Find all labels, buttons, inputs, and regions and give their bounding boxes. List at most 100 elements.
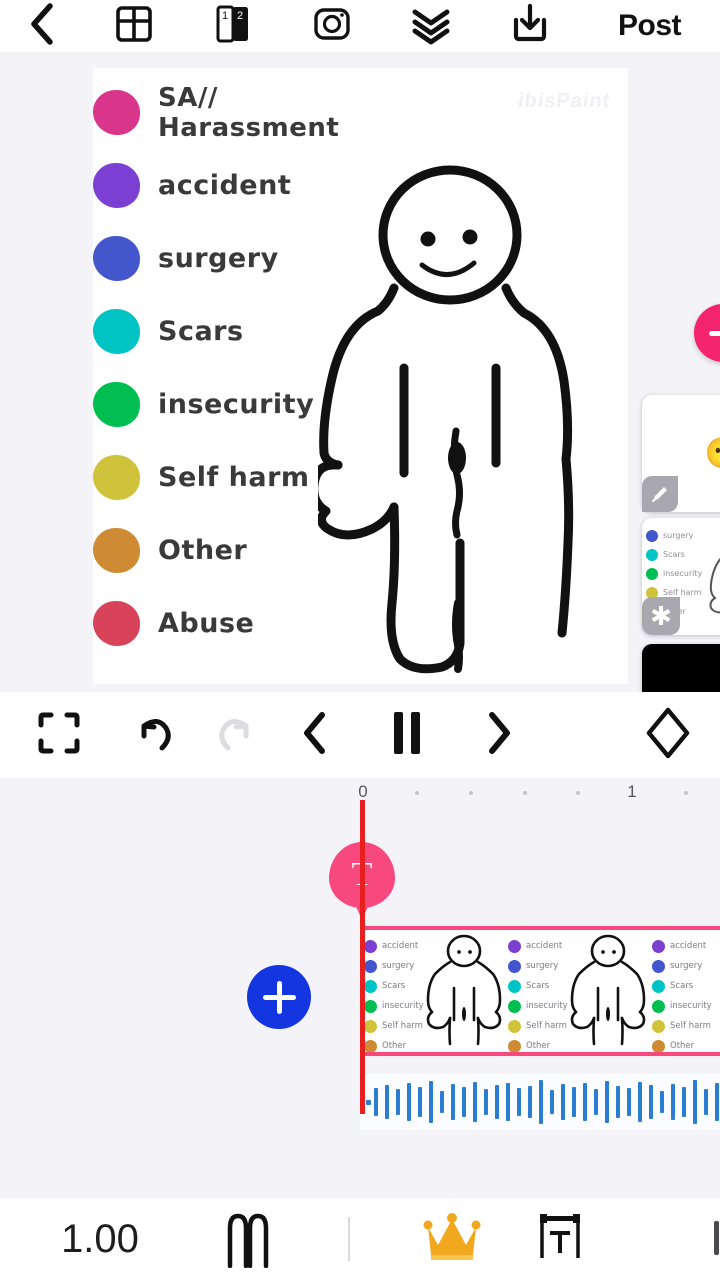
video-frame-thumbnail[interactable]: accident surgery Scars insecurity Self h… <box>360 930 504 1052</box>
keyframe-button[interactable] <box>544 692 720 778</box>
watermark-text: ibisPaint <box>516 90 612 112</box>
audio-start-marker <box>366 1100 371 1105</box>
mini-legend-label: Self harm <box>663 588 702 597</box>
legend-color-dot <box>364 939 377 953</box>
frame-legend-item: Other <box>508 1036 570 1052</box>
ruler-tick <box>469 791 473 795</box>
video-frame-thumbnail[interactable]: accident surgery Scars insecurity Self h… <box>504 930 648 1052</box>
add-clip-button[interactable] <box>247 965 311 1029</box>
frame-legend-item: insecurity <box>364 996 426 1016</box>
more-tools-button[interactable] <box>620 1211 720 1268</box>
ruler-tick <box>415 791 419 795</box>
frame-legend: accident surgery Scars insecurity Self h… <box>364 936 426 1052</box>
legend-color-dot <box>508 939 521 953</box>
frame-legend-label: Self harm <box>670 1021 711 1031</box>
export-button[interactable] <box>480 0 579 52</box>
waveform-bar <box>396 1089 400 1115</box>
frame-legend-label: Self harm <box>526 1021 567 1031</box>
legend-item-label: SA// Harassment <box>158 82 340 143</box>
playhead[interactable] <box>360 800 365 1114</box>
frame-legend-label: insecurity <box>670 1001 712 1011</box>
legend-color-dot <box>508 979 521 993</box>
legend-item-label: insecurity <box>158 389 315 420</box>
premium-button[interactable] <box>404 1211 500 1268</box>
legend-color-dot <box>93 236 140 281</box>
mini-legend-item: surgery <box>646 526 716 545</box>
frame-stick-figure <box>570 934 646 1046</box>
next-frame-button[interactable] <box>454 692 544 778</box>
text-layer-card[interactable]: 😶 <box>642 395 720 512</box>
undo-icon <box>134 710 180 761</box>
waveform-bar <box>715 1083 719 1121</box>
split-clip-button[interactable] <box>200 1206 296 1273</box>
legend-color-dot <box>93 163 140 208</box>
post-button[interactable]: Post <box>579 9 720 43</box>
ruler-tick <box>576 791 580 795</box>
waveform-bar <box>605 1081 609 1123</box>
layers-chevrons-icon <box>407 0 455 53</box>
previous-frame-icon <box>295 709 335 762</box>
pencil-icon[interactable] <box>642 476 678 512</box>
frame-legend-item: insecurity <box>652 996 714 1016</box>
speed-value[interactable]: 1.00 <box>0 1217 200 1262</box>
frame-legend-item: surgery <box>508 956 570 976</box>
frame-legend-label: surgery <box>670 961 703 971</box>
waveform-bar <box>484 1089 488 1115</box>
waveform-bar <box>561 1084 565 1120</box>
plus-icon <box>709 330 720 336</box>
mini-legend-item: Scars <box>646 545 716 564</box>
waveform-bar <box>495 1085 499 1119</box>
artboard[interactable]: ibisPaint SA// Harassment accident surge… <box>93 68 720 756</box>
legend-color-dot <box>364 979 377 993</box>
layers-button[interactable] <box>381 0 480 52</box>
frame-legend-label: Self harm <box>382 1021 423 1031</box>
layout-button[interactable] <box>84 0 183 52</box>
timeline-panel[interactable]: 0 1 accident surgery Scars insecurity Se… <box>0 778 720 1198</box>
legend-color-dot <box>652 999 665 1013</box>
frame-legend-label: surgery <box>526 961 559 971</box>
chevron-left-icon <box>27 2 57 51</box>
undo-button[interactable] <box>118 692 196 778</box>
pages-button[interactable]: 1 2 <box>183 0 282 52</box>
mini-legend-label: surgery <box>663 531 694 540</box>
waveform-bar <box>594 1089 598 1115</box>
legend-color-dot <box>93 601 140 646</box>
sparkle-icon[interactable]: ✱ <box>642 597 680 635</box>
frame-stick-figure <box>426 934 502 1046</box>
image-layer-card[interactable]: surgery Scars insecurity Self harm Other <box>642 518 720 635</box>
frame-legend-label: Other <box>670 1041 695 1051</box>
previous-frame-button[interactable] <box>270 692 360 778</box>
legend-color-dot <box>93 528 140 573</box>
redo-icon <box>210 710 256 761</box>
frame-legend-item: Other <box>364 1036 426 1052</box>
camera-button[interactable] <box>282 0 381 52</box>
camera-icon <box>308 0 356 53</box>
waveform-bar <box>462 1087 466 1117</box>
next-frame-icon <box>479 709 519 762</box>
waveform-bar <box>627 1088 631 1116</box>
frame-legend-item: Scars <box>508 976 570 996</box>
audio-track[interactable] <box>360 1074 720 1130</box>
video-frame-thumbnail[interactable]: accident surgery Scars insecurity Self h… <box>648 930 720 1052</box>
redo-button <box>196 692 270 778</box>
frame-legend-item: Other <box>652 1036 714 1052</box>
frame-legend-item: Scars <box>652 976 714 996</box>
waveform-bar <box>374 1088 378 1116</box>
legend-color-dot <box>508 1019 521 1033</box>
waveform-bar <box>682 1087 686 1117</box>
fullscreen-button[interactable] <box>0 692 118 778</box>
waveform-bar <box>616 1086 620 1118</box>
top-toolbar: 1 2 Post <box>0 0 720 52</box>
text-tool-button[interactable] <box>500 1208 620 1271</box>
pause-button[interactable] <box>360 692 454 778</box>
ruler-tick <box>523 791 527 795</box>
back-button[interactable] <box>0 0 84 52</box>
frame-legend-item: surgery <box>652 956 714 976</box>
video-track[interactable]: accident surgery Scars insecurity Self h… <box>360 926 720 1056</box>
legend-color-dot <box>364 1019 377 1033</box>
preview-stage[interactable]: ibisPaint SA// Harassment accident surge… <box>0 52 720 756</box>
frame-legend-label: accident <box>382 941 419 951</box>
add-layer-button[interactable] <box>694 304 720 362</box>
frame-legend-label: surgery <box>382 961 415 971</box>
fullscreen-brackets-icon <box>35 709 83 762</box>
